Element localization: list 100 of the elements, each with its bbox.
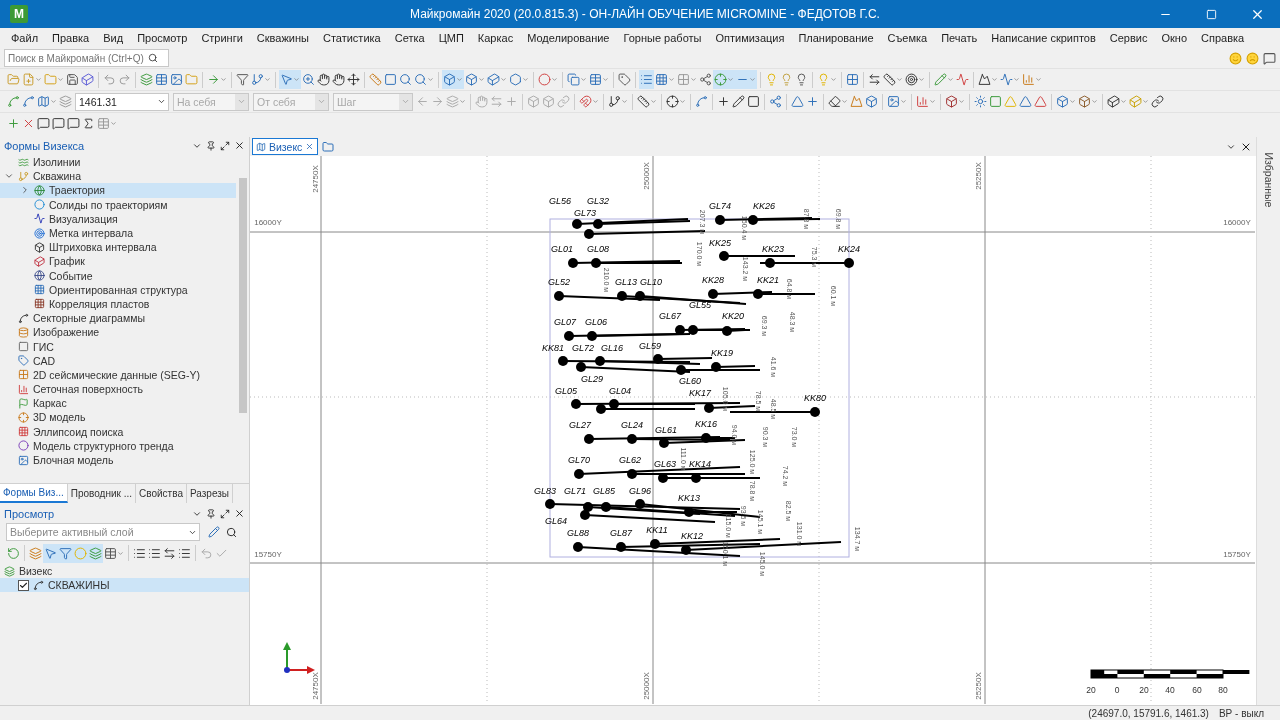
scale-label: 60 bbox=[1192, 685, 1202, 696]
tree-label: График bbox=[49, 255, 85, 268]
hole-label: GL63 bbox=[654, 459, 676, 470]
hole-label: KK24 bbox=[838, 244, 860, 255]
tree-item[interactable]: Изображение bbox=[0, 325, 236, 340]
hole-label: KK19 bbox=[711, 348, 733, 359]
tree-item[interactable]: Ориентированная структура bbox=[0, 282, 236, 297]
tree-label: Изображение bbox=[33, 326, 100, 339]
menu-item[interactable]: Вид bbox=[96, 28, 131, 48]
coordinates-text: (24697.0, 15791.6, 1461.3) bbox=[1088, 707, 1209, 719]
menu-item[interactable]: Моделирование bbox=[520, 28, 617, 48]
hole-label: GL61 bbox=[655, 425, 677, 436]
tree-label: Ориентированная структура bbox=[49, 283, 188, 296]
tree-item[interactable]: Секторные диаграммы bbox=[0, 311, 236, 326]
menu-item[interactable]: Написание скриптов bbox=[984, 28, 1103, 48]
mode-text: ВР - выкл bbox=[1218, 707, 1264, 719]
hole-label: GL55 bbox=[689, 300, 711, 311]
grid-label: 25000X bbox=[642, 162, 652, 190]
tree-label: Каркас bbox=[33, 397, 67, 410]
menu-item[interactable]: Просмотр bbox=[130, 28, 195, 48]
window-title: Майкромайн 2020 (20.0.815.3) - ОН-ЛАЙН ОБУЧЕНИЕ MICROMINE - ФЕДОТОВ Г.С. bbox=[409, 7, 881, 21]
hole-label: GL01 bbox=[551, 244, 573, 255]
hole-label: GL70 bbox=[568, 455, 590, 466]
panel-tab[interactable]: Формы Виз... bbox=[0, 484, 68, 503]
hole-label: KK81 bbox=[542, 343, 564, 354]
tree-item[interactable]: Корреляция пластов bbox=[0, 296, 236, 312]
tree-item[interactable]: Траектория bbox=[0, 183, 236, 198]
tree-label: 3D модель bbox=[33, 411, 86, 424]
tree-item[interactable]: График bbox=[0, 254, 236, 269]
panel-title: Формы Визекса bbox=[4, 139, 86, 152]
hole-label: GL24 bbox=[621, 420, 643, 431]
menu-item[interactable]: Каркас bbox=[470, 28, 521, 48]
tree-item[interactable]: Каркас bbox=[0, 396, 236, 411]
menu-item[interactable]: Горные работы bbox=[616, 28, 709, 48]
hole-label: GL52 bbox=[548, 277, 570, 288]
hole-label: GL16 bbox=[601, 343, 623, 354]
hole-label: GL56 bbox=[549, 196, 571, 207]
menu-item[interactable]: Окно bbox=[1154, 28, 1195, 48]
search-field[interactable]: Поиск в Майкромайн (Ctrl+Q) bbox=[4, 49, 169, 67]
hole-label: GL64 bbox=[545, 516, 567, 527]
tree-item[interactable]: Эллипсоид поиска bbox=[0, 424, 236, 439]
tree-item[interactable]: Штриховка интервала bbox=[0, 240, 236, 255]
tree-item[interactable]: СКВАЖИНЫ bbox=[0, 578, 249, 593]
menu-item[interactable]: ЦМП bbox=[431, 28, 471, 48]
side-tab[interactable]: Избранные bbox=[1261, 152, 1276, 208]
scale-label: 80 bbox=[1218, 685, 1228, 696]
menu-item[interactable]: Статистика bbox=[315, 28, 388, 48]
hole-label: GL29 bbox=[581, 374, 603, 385]
hole-label: GL13 bbox=[615, 277, 637, 288]
tree-item[interactable]: 2D сейсмические данные (SEG-Y) bbox=[0, 367, 236, 382]
menu-item[interactable]: Сетка bbox=[387, 28, 432, 48]
tree-item[interactable]: Визуализация bbox=[0, 211, 236, 226]
grid-label: 15750Y bbox=[1223, 550, 1251, 560]
tree-item[interactable]: Метка интервала bbox=[0, 225, 236, 241]
grid-label: 25000X bbox=[642, 672, 652, 700]
hole-label: GL62 bbox=[619, 455, 641, 466]
tree-item[interactable]: Блочная модель bbox=[0, 452, 236, 468]
tree-label: Скважина bbox=[33, 170, 81, 183]
tree-label: ГИС bbox=[33, 340, 54, 353]
hole-label: GL04 bbox=[609, 386, 631, 397]
hole-label: KK17 bbox=[689, 388, 711, 399]
menu-item[interactable]: Файл bbox=[4, 28, 46, 48]
menu-item[interactable]: Сервис bbox=[1102, 28, 1155, 48]
hole-label: GL27 bbox=[569, 420, 591, 431]
hole-label: GL74 bbox=[709, 201, 731, 212]
scale-label: 20 bbox=[1086, 685, 1096, 696]
hole-label: GL96 bbox=[629, 486, 651, 497]
tree-label: Модель структурного тренда bbox=[33, 439, 174, 452]
tree-label: CAD bbox=[33, 354, 56, 367]
menu-item[interactable]: Правка bbox=[45, 28, 97, 48]
menu-item[interactable]: Оптимизация bbox=[708, 28, 792, 48]
menu-item[interactable]: Планирование bbox=[791, 28, 881, 48]
tree-item[interactable]: 3D модель bbox=[0, 410, 236, 425]
menu-item[interactable]: Стринги bbox=[194, 28, 250, 48]
grid-label: 15750Y bbox=[254, 550, 282, 560]
tree-item[interactable]: Сеточная поверхность bbox=[0, 382, 236, 397]
panel-title: Просмотр bbox=[4, 507, 56, 520]
hole-label: KK16 bbox=[695, 419, 717, 430]
grid-label: 24750X bbox=[311, 165, 321, 193]
tree-item[interactable]: CAD bbox=[0, 353, 236, 368]
tree-item[interactable]: Модель структурного тренда bbox=[0, 438, 236, 453]
hole-label: GL73 bbox=[574, 208, 596, 219]
grid-label: 24750X bbox=[311, 672, 321, 700]
menu-item[interactable]: Скважины bbox=[249, 28, 316, 48]
grid-label: 16000Y bbox=[254, 218, 282, 228]
tree-item[interactable]: Событие bbox=[0, 268, 236, 283]
panel-tab[interactable]: Свойства bbox=[136, 484, 187, 503]
menu-item[interactable]: Справка bbox=[1194, 28, 1252, 48]
hole-label: KK13 bbox=[678, 493, 700, 504]
document-tab[interactable]: Визекс bbox=[252, 138, 319, 155]
tree-item[interactable]: Визекс bbox=[0, 564, 249, 579]
menu-item[interactable]: Печать bbox=[934, 28, 985, 48]
tree-label: Событие bbox=[49, 269, 93, 282]
tree-item[interactable]: Изолинии bbox=[0, 155, 236, 170]
tree-label: Штриховка интервала bbox=[49, 241, 157, 254]
tree-item[interactable]: Скважина bbox=[0, 169, 236, 184]
tree-item[interactable]: Солиды по траекториям bbox=[0, 197, 236, 212]
tree-item[interactable]: ГИС bbox=[0, 339, 236, 354]
menu-item[interactable]: Съемка bbox=[880, 28, 935, 48]
hole-label: KK12 bbox=[681, 531, 703, 542]
